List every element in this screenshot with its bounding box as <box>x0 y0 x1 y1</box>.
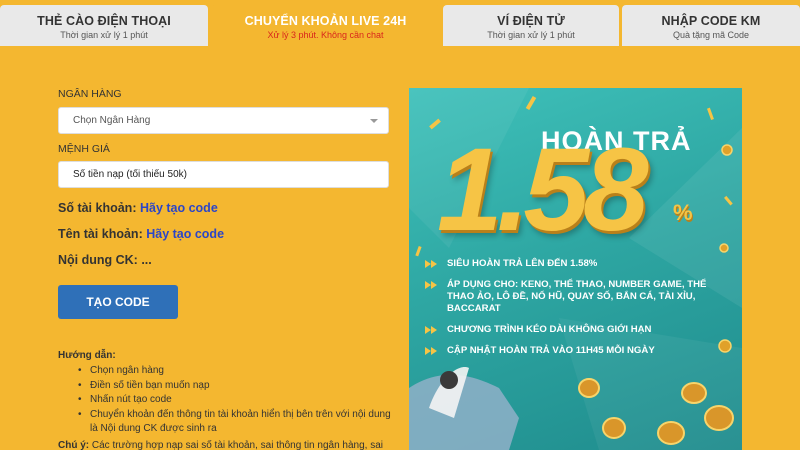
confetti-icon <box>525 95 537 111</box>
account-number-generate-link[interactable]: Hãy tạo code <box>140 201 218 215</box>
account-number-row: Số tài khoản: Hãy tạo code <box>58 201 218 215</box>
coin-icon <box>602 417 626 439</box>
banner-bullet: SIÊU HOÀN TRẢ LÊN ĐẾN 1.58% <box>425 258 735 270</box>
note-label: Chú ý: <box>58 440 90 450</box>
account-name-row: Tên tài khoản: Hãy tạo code <box>58 227 224 241</box>
instruction-step: Chuyển khoản đến thông tin tài khoản hiể… <box>78 408 393 437</box>
tab-e-wallet-subtitle: Thời gian xử lý 1 phút <box>487 30 575 40</box>
tab-promo-code[interactable]: NHẬP CODE KM Quà tặng mã Code <box>622 5 800 46</box>
instruction-step: Nhấn nút tạo code <box>78 393 393 408</box>
banner-bullet: ÁP DỤNG CHO: KENO, THỂ THAO, NUMBER GAME… <box>425 279 735 315</box>
deposit-method-tabs: THẺ CÀO ĐIỆN THOẠI Thời gian xử lý 1 phú… <box>0 0 800 46</box>
promo-banner[interactable]: HOÀN TRẢ 1.58 % SIÊU HOÀN TRẢ LÊN ĐẾN 1.… <box>409 88 742 450</box>
note-text: Các trường hợp nạp sai số tài khoản, sai… <box>91 440 383 450</box>
confetti-icon <box>415 245 422 257</box>
tab-bank-transfer[interactable]: CHUYỂN KHOẢN LIVE 24H Xử lý 3 phút. Khôn… <box>211 5 440 46</box>
create-code-button[interactable]: TẠO CODE <box>58 285 178 319</box>
transfer-content-row: Nội dung CK: ... <box>58 253 152 267</box>
confetti-icon <box>707 107 714 120</box>
amount-input[interactable] <box>58 161 389 188</box>
instruction-step: Điền số tiền bạn muốn nạp <box>78 379 393 394</box>
double-arrow-icon <box>425 281 439 290</box>
transfer-content-value: ... <box>141 253 152 267</box>
chevron-down-icon <box>370 119 378 123</box>
coin-icon <box>657 421 685 445</box>
instructions: Hướng dẫn: Chọn ngân hàng Điền số tiền b… <box>58 350 393 437</box>
instruction-step: Chọn ngân hàng <box>78 364 393 379</box>
coin-icon <box>704 405 734 431</box>
banner-bullet: CHƯƠNG TRÌNH KÉO DÀI KHÔNG GIỚI HẠN <box>425 324 735 336</box>
banner-bullet-list: SIÊU HOÀN TRẢ LÊN ĐẾN 1.58% ÁP DỤNG CHO:… <box>425 258 735 366</box>
transfer-content-label: Nội dung CK: <box>58 253 138 267</box>
tab-promo-code-subtitle: Quà tặng mã Code <box>672 30 750 40</box>
double-arrow-icon <box>425 260 439 269</box>
banner-percent: % <box>673 200 693 225</box>
instructions-title: Hướng dẫn: <box>58 350 116 361</box>
tab-phone-card-title: THẺ CÀO ĐIỆN THOẠI <box>37 14 171 28</box>
tab-bank-transfer-title: CHUYỂN KHOẢN LIVE 24H <box>244 14 407 28</box>
coin-icon <box>719 243 729 253</box>
tab-e-wallet-title: VÍ ĐIỆN TỬ <box>497 14 565 28</box>
amount-label: MỆNH GIÁ <box>58 143 110 155</box>
coin-icon <box>578 378 600 398</box>
instructions-list: Chọn ngân hàng Điền số tiền bạn muốn nạp… <box>58 364 393 437</box>
bank-select-value: Chọn Ngân Hàng <box>73 115 151 126</box>
banner-bullet: CẬP NHẬT HOÀN TRẢ VÀO 11H45 MỖI NGÀY <box>425 345 735 357</box>
account-number-label: Số tài khoản: <box>58 201 137 215</box>
tab-promo-code-title: NHẬP CODE KM <box>661 14 761 28</box>
account-name-generate-link[interactable]: Hãy tạo code <box>146 227 224 241</box>
bank-label: NGÂN HÀNG <box>58 88 122 100</box>
coin-icon <box>721 144 733 156</box>
double-arrow-icon <box>425 347 439 356</box>
banner-rate: 1.58 <box>437 124 649 256</box>
tab-bank-transfer-subtitle: Xử lý 3 phút. Không cần chat <box>267 30 384 40</box>
account-name-label: Tên tài khoản: <box>58 227 143 241</box>
tab-phone-card[interactable]: THẺ CÀO ĐIỆN THOẠI Thời gian xử lý 1 phú… <box>0 5 208 46</box>
tab-phone-card-subtitle: Thời gian xử lý 1 phút <box>60 30 148 40</box>
warning-note: Chú ý: Các trường hợp nạp sai số tài kho… <box>58 440 393 450</box>
coin-icon <box>681 382 707 404</box>
bank-select[interactable]: Chọn Ngân Hàng <box>58 107 389 134</box>
double-arrow-icon <box>425 326 439 335</box>
tab-e-wallet[interactable]: VÍ ĐIỆN TỬ Thời gian xử lý 1 phút <box>443 5 619 46</box>
athlete-figure <box>409 374 519 450</box>
